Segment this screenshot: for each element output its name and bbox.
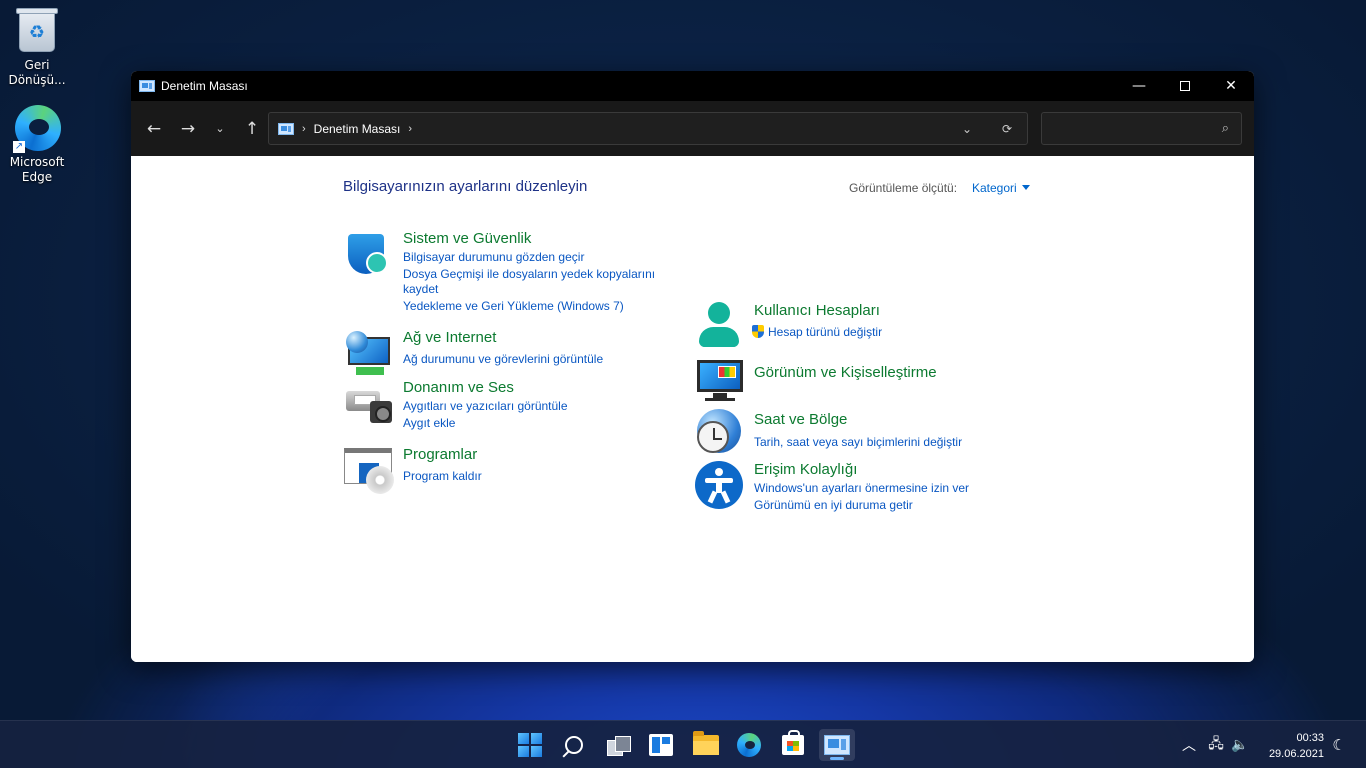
control-panel-icon xyxy=(139,80,155,92)
task-view-icon xyxy=(607,736,631,756)
control-panel-icon xyxy=(824,735,850,755)
view-by-label: Görüntüleme ölçütü: xyxy=(849,181,958,195)
recent-locations-button[interactable]: ⌄ xyxy=(205,114,235,144)
view-by-value[interactable]: Kategori xyxy=(972,181,1017,195)
search-box[interactable]: ⌕ xyxy=(1041,112,1242,145)
back-button[interactable]: ← xyxy=(137,114,171,144)
shield-icon[interactable] xyxy=(344,230,394,280)
file-explorer-button[interactable] xyxy=(688,729,724,761)
category-link[interactable]: Aygıtları ve yazıcıları görüntüle xyxy=(403,398,568,414)
taskbar: ︿ 🖧 🔈 00:33 29.06.2021 ☾ xyxy=(0,720,1366,768)
search-icon xyxy=(565,736,583,754)
control-panel-icon xyxy=(278,122,294,135)
search-input[interactable] xyxy=(1042,113,1202,144)
recycle-bin-icon: ♻ xyxy=(13,6,61,54)
start-icon xyxy=(518,733,542,757)
navigation-bar: ← → ⌄ ↑ › Denetim Masası › ⌄ ⟳ ⌕ xyxy=(131,101,1254,156)
category-title[interactable]: Sistem ve Güvenlik xyxy=(403,230,531,247)
category-title[interactable]: Programlar xyxy=(403,446,477,463)
taskbar-search-button[interactable] xyxy=(556,729,592,761)
control-panel-window: Denetim Masası — ✕ ← → ⌄ ↑ › Denetim Mas… xyxy=(131,71,1254,662)
title-bar[interactable]: Denetim Masası — ✕ xyxy=(131,71,1254,101)
category-link[interactable]: Tarih, saat veya sayı biçimlerini değişt… xyxy=(754,434,962,450)
active-indicator xyxy=(830,757,844,760)
refresh-button[interactable]: ⟳ xyxy=(987,113,1027,144)
edge-icon: ↗ xyxy=(13,103,61,153)
category-link[interactable]: kaydet xyxy=(403,281,438,297)
forward-button[interactable]: → xyxy=(171,114,205,144)
desktop-icon-recycle-bin[interactable]: ♻ Geri Dönüşü... xyxy=(1,6,73,88)
clock-globe-icon[interactable] xyxy=(695,407,745,457)
category-link[interactable]: Hesap türünü değiştir xyxy=(752,324,882,340)
task-view-button[interactable] xyxy=(600,729,636,761)
printer-icon[interactable] xyxy=(344,379,394,429)
page-title: Bilgisayarınızın ayarlarını düzenleyin xyxy=(343,178,588,195)
clock-time: 00:33 xyxy=(1296,732,1324,744)
category-link[interactable]: Ağ durumunu ve görevlerini görüntüle xyxy=(403,351,603,367)
widgets-icon xyxy=(649,734,673,756)
desktop-icon-label: Microsoft Edge xyxy=(9,155,65,184)
category-link[interactable]: Program kaldır xyxy=(403,468,482,484)
category-link[interactable]: Windows'un ayarları önermesine izin ver xyxy=(754,480,969,496)
search-icon[interactable]: ⌕ xyxy=(1222,121,1229,136)
user-icon[interactable] xyxy=(695,298,745,348)
file-explorer-icon xyxy=(693,731,719,755)
taskbar-clock[interactable]: 00:33 29.06.2021 xyxy=(1262,730,1324,762)
start-button[interactable] xyxy=(512,729,548,761)
category-title[interactable]: Saat ve Bölge xyxy=(754,411,847,428)
control-panel-taskbar-button[interactable] xyxy=(819,729,855,761)
monitor-icon[interactable] xyxy=(695,358,745,408)
control-panel-content: Bilgisayarınızın ayarlarını düzenleyin G… xyxy=(131,156,1254,662)
breadcrumb-control-panel[interactable]: Denetim Masası xyxy=(314,122,401,136)
accessibility-icon[interactable] xyxy=(695,461,745,511)
address-bar[interactable]: › Denetim Masası › ⌄ ⟳ xyxy=(268,112,1028,145)
clock-date: 29.06.2021 xyxy=(1268,748,1324,760)
minimize-button[interactable]: — xyxy=(1116,71,1162,101)
notification-icon[interactable]: ☾ xyxy=(1328,721,1350,768)
category-link[interactable]: Görünümü en iyi duruma getir xyxy=(754,497,913,513)
programs-icon[interactable] xyxy=(344,446,394,496)
category-link[interactable]: Dosya Geçmişi ile dosyaların yedek kopya… xyxy=(403,266,655,282)
edge-icon xyxy=(737,733,761,757)
store-icon xyxy=(782,730,804,755)
desktop-icon-edge[interactable]: ↗ Microsoft Edge xyxy=(1,103,73,185)
network-icon[interactable]: 🖧 xyxy=(1205,721,1227,768)
shortcut-arrow-icon: ↗ xyxy=(13,141,25,153)
category-title[interactable]: Donanım ve Ses xyxy=(403,379,514,396)
widgets-button[interactable] xyxy=(643,729,679,761)
up-button[interactable]: ↑ xyxy=(235,114,269,144)
uac-shield-icon xyxy=(752,325,764,338)
breadcrumb-separator[interactable]: › xyxy=(302,123,306,135)
desktop-icon-label: Geri Dönüşü... xyxy=(8,58,66,87)
show-hidden-icons-button[interactable]: ︿ xyxy=(1178,721,1200,768)
maximize-button[interactable] xyxy=(1162,71,1208,101)
close-button[interactable]: ✕ xyxy=(1208,71,1254,101)
category-link[interactable]: Bilgisayar durumunu gözden geçir xyxy=(403,249,584,265)
view-by-dropdown[interactable]: Kategori xyxy=(972,181,1030,195)
category-title[interactable]: Kullanıcı Hesapları xyxy=(754,302,880,319)
category-title[interactable]: Görünüm ve Kişiselleştirme xyxy=(754,364,937,381)
address-dropdown-button[interactable]: ⌄ xyxy=(947,113,987,144)
category-title[interactable]: Erişim Kolaylığı xyxy=(754,461,857,478)
maximize-icon xyxy=(1180,81,1190,91)
category-link[interactable]: Aygıt ekle xyxy=(403,415,455,431)
category-link[interactable]: Yedekleme ve Geri Yükleme (Windows 7) xyxy=(403,298,624,314)
chevron-down-icon xyxy=(1021,185,1030,190)
volume-icon[interactable]: 🔈 xyxy=(1229,721,1251,768)
edge-taskbar-button[interactable] xyxy=(731,729,767,761)
window-title: Denetim Masası xyxy=(161,79,248,93)
category-title[interactable]: Ağ ve Internet xyxy=(403,329,496,346)
breadcrumb-separator[interactable]: › xyxy=(408,123,412,135)
network-icon[interactable] xyxy=(344,329,394,379)
category-link-label[interactable]: Hesap türünü değiştir xyxy=(768,325,882,339)
store-button[interactable] xyxy=(775,729,811,761)
